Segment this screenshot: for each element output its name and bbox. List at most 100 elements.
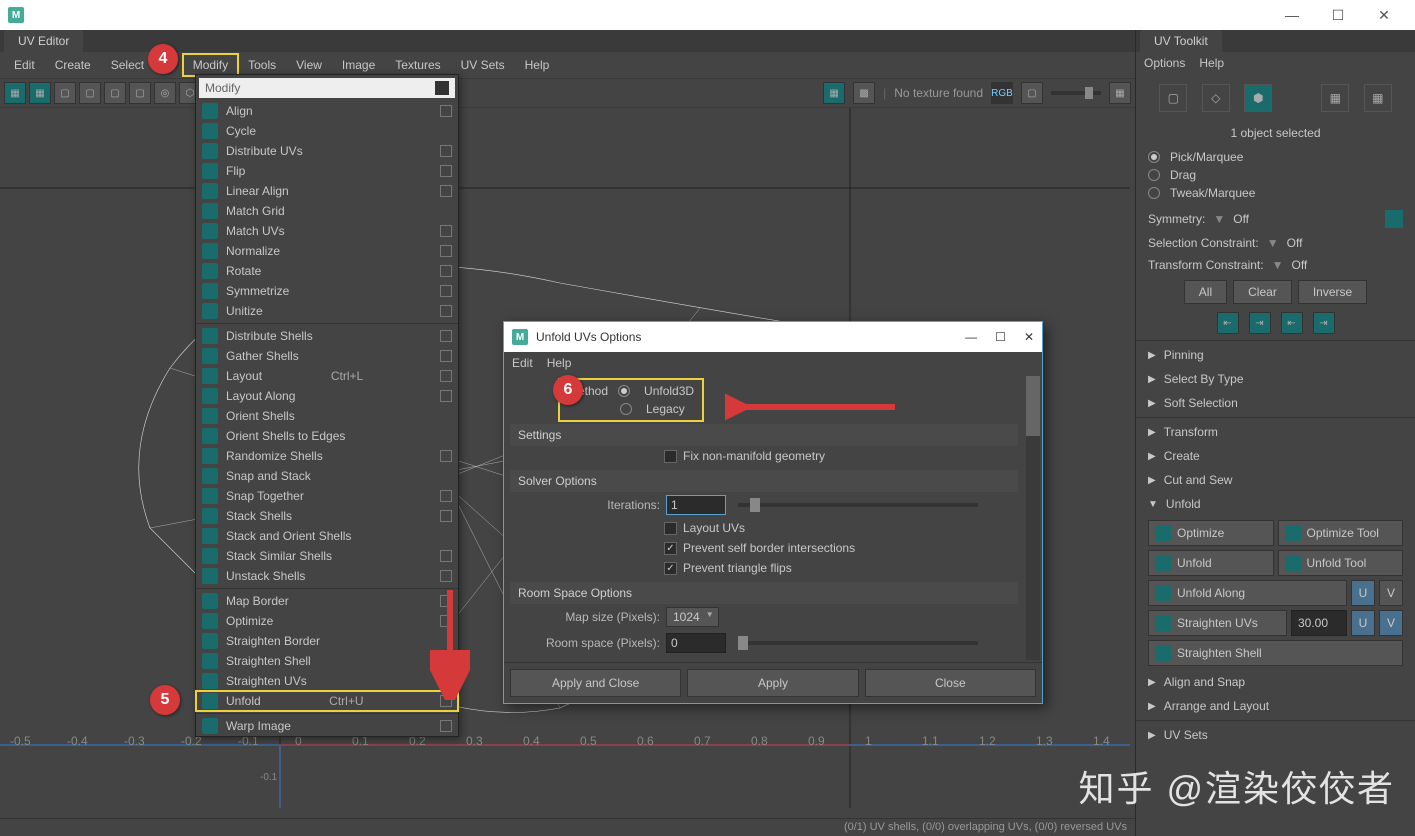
texture-icon[interactable]: ▦ xyxy=(823,82,845,104)
section-create[interactable]: ▶Create xyxy=(1136,444,1415,468)
tool-icon[interactable]: ▦ xyxy=(4,82,26,104)
straighten-value-input[interactable] xyxy=(1291,610,1347,636)
symmetry-icon[interactable] xyxy=(1385,210,1403,228)
tool-icon[interactable]: ▢ xyxy=(1021,82,1043,104)
selectmode-icon[interactable]: ▦ xyxy=(1321,84,1349,112)
toolkit-menu-help[interactable]: Help xyxy=(1199,56,1224,70)
modify-item-straighten-uvs[interactable]: Straighten UVs xyxy=(196,671,458,691)
unfold-v-button[interactable]: V xyxy=(1379,580,1403,606)
modify-item-unfold[interactable]: UnfoldCtrl+U xyxy=(196,691,458,711)
iterations-slider[interactable] xyxy=(738,503,978,507)
tool-icon[interactable]: ▢ xyxy=(54,82,76,104)
menu-modify[interactable]: Modify xyxy=(183,54,238,76)
modify-item-flip[interactable]: Flip xyxy=(196,161,458,181)
toolkit-menu-options[interactable]: Options xyxy=(1144,56,1185,70)
section-pinning[interactable]: ▶Pinning xyxy=(1136,343,1415,367)
close-button[interactable]: ✕ xyxy=(1361,0,1407,30)
modify-item-snap-and-stack[interactable]: Snap and Stack xyxy=(196,466,458,486)
modify-item-cycle[interactable]: Cycle xyxy=(196,121,458,141)
dialog-close[interactable]: ✕ xyxy=(1024,330,1034,344)
tool-icon[interactable]: ▢ xyxy=(129,82,151,104)
iterations-input[interactable] xyxy=(666,495,726,515)
option-box[interactable] xyxy=(440,145,452,157)
xform-constraint[interactable]: Off xyxy=(1291,258,1307,272)
section-transform[interactable]: ▶Transform xyxy=(1136,420,1415,444)
option-box[interactable] xyxy=(440,305,452,317)
room-space-input[interactable] xyxy=(666,633,726,653)
sel-inverse-button[interactable]: Inverse xyxy=(1298,280,1367,304)
fix-nonmanifold-checkbox[interactable] xyxy=(664,450,677,463)
tool-icon[interactable]: ▢ xyxy=(104,82,126,104)
tool-icon[interactable]: ▦ xyxy=(1109,82,1131,104)
option-box[interactable] xyxy=(440,245,452,257)
dialog-menu-help[interactable]: Help xyxy=(547,356,572,370)
menu-textures[interactable]: Textures xyxy=(385,54,450,76)
option-box[interactable] xyxy=(440,265,452,277)
sel-constraint[interactable]: Off xyxy=(1287,236,1303,250)
modify-item-unitize[interactable]: Unitize xyxy=(196,301,458,321)
section-arrange[interactable]: ▶Arrange and Layout xyxy=(1136,694,1415,718)
dialog-menu-edit[interactable]: Edit xyxy=(512,356,533,370)
modify-item-map-border[interactable]: Map Border xyxy=(196,591,458,611)
section-uvsets[interactable]: ▶UV Sets xyxy=(1136,723,1415,747)
tool-icon[interactable]: ▢ xyxy=(79,82,101,104)
section-cutsew[interactable]: ▶Cut and Sew xyxy=(1136,468,1415,492)
modify-item-distribute-uvs[interactable]: Distribute UVs xyxy=(196,141,458,161)
modify-item-stack-and-orient-shells[interactable]: Stack and Orient Shells xyxy=(196,526,458,546)
uv-toolkit-tab[interactable]: UV Toolkit xyxy=(1140,30,1222,52)
menu-select[interactable]: Select xyxy=(101,54,154,76)
modify-item-randomize-shells[interactable]: Randomize Shells xyxy=(196,446,458,466)
unfold-u-button[interactable]: U xyxy=(1351,580,1375,606)
grow-icon[interactable]: ⇥ xyxy=(1249,312,1271,334)
option-box[interactable] xyxy=(440,370,452,382)
section-alignsnap[interactable]: ▶Align and Snap xyxy=(1136,670,1415,694)
selmode-tweak[interactable]: Tweak/Marquee xyxy=(1148,184,1403,202)
menu-help[interactable]: Help xyxy=(515,54,560,76)
selectmode-icon[interactable]: ▢ xyxy=(1159,84,1187,112)
close-button[interactable]: Close xyxy=(865,669,1036,697)
selectmode-icon[interactable]: ▦ xyxy=(1364,84,1392,112)
menu-edit[interactable]: Edit xyxy=(4,54,45,76)
prevent-border-checkbox[interactable] xyxy=(664,542,677,555)
checker-icon[interactable]: ▩ xyxy=(853,82,875,104)
room-space-slider[interactable] xyxy=(738,641,978,645)
modify-item-optimize[interactable]: Optimize xyxy=(196,611,458,631)
layout-uvs-checkbox[interactable] xyxy=(664,522,677,535)
menu-image[interactable]: Image xyxy=(332,54,385,76)
menu-create[interactable]: Create xyxy=(45,54,101,76)
selectmode-icon[interactable]: ⬢ xyxy=(1244,84,1272,112)
optimize-tool-button[interactable]: Optimize Tool xyxy=(1278,520,1404,546)
modify-item-symmetrize[interactable]: Symmetrize xyxy=(196,281,458,301)
option-box[interactable] xyxy=(440,510,452,522)
modify-item-stack-similar-shells[interactable]: Stack Similar Shells xyxy=(196,546,458,566)
apply-button[interactable]: Apply xyxy=(687,669,858,697)
option-box[interactable] xyxy=(440,490,452,502)
selmode-pick[interactable]: Pick/Marquee xyxy=(1148,148,1403,166)
modify-item-align[interactable]: Align xyxy=(196,101,458,121)
option-box[interactable] xyxy=(440,165,452,177)
rgb-icon[interactable]: RGB xyxy=(991,82,1013,104)
straighten-u-button[interactable]: U xyxy=(1351,610,1375,636)
tool-icon[interactable]: ◎ xyxy=(154,82,176,104)
symmetry-value[interactable]: Off xyxy=(1233,212,1249,226)
option-box[interactable] xyxy=(440,105,452,117)
section-selectbytype[interactable]: ▶Select By Type xyxy=(1136,367,1415,391)
modify-item-distribute-shells[interactable]: Distribute Shells xyxy=(196,326,458,346)
modify-item-layout[interactable]: LayoutCtrl+L xyxy=(196,366,458,386)
selmode-drag[interactable]: Drag xyxy=(1148,166,1403,184)
menu-view[interactable]: View xyxy=(286,54,332,76)
option-box[interactable] xyxy=(440,285,452,297)
map-size-select[interactable]: 1024 xyxy=(666,607,719,627)
dialog-scrollbar[interactable] xyxy=(1026,376,1040,660)
option-box[interactable] xyxy=(440,185,452,197)
minimize-button[interactable]: — xyxy=(1269,0,1315,30)
option-box[interactable] xyxy=(440,720,452,732)
method-unfold3d-radio[interactable] xyxy=(618,385,630,397)
modify-item-straighten-shell[interactable]: Straighten Shell xyxy=(196,651,458,671)
selectmode-icon[interactable]: ◇ xyxy=(1202,84,1230,112)
modify-item-linear-align[interactable]: Linear Align xyxy=(196,181,458,201)
modify-item-rotate[interactable]: Rotate xyxy=(196,261,458,281)
apply-close-button[interactable]: Apply and Close xyxy=(510,669,681,697)
modify-item-orient-shells-to-edges[interactable]: Orient Shells to Edges xyxy=(196,426,458,446)
straighten-v-button[interactable]: V xyxy=(1379,610,1403,636)
